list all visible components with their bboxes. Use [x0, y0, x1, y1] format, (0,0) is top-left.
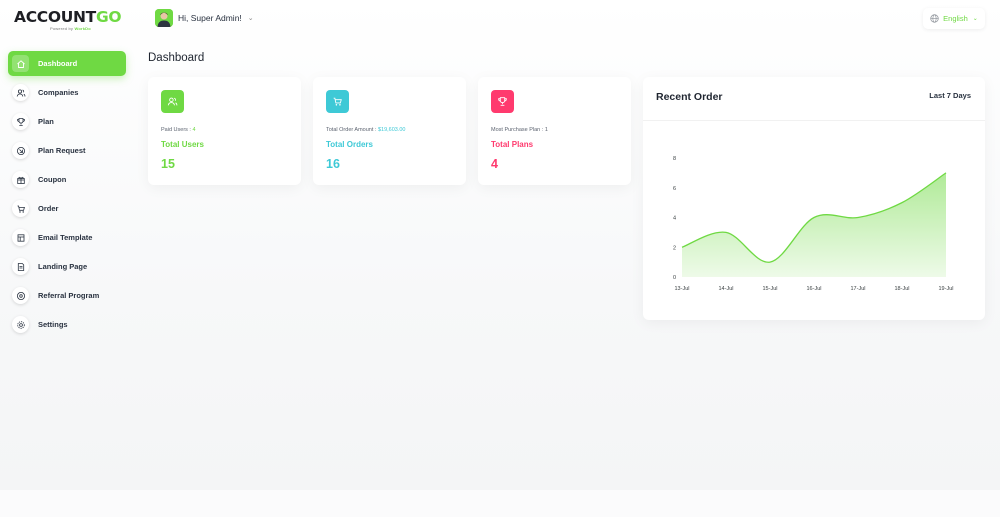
sidebar-item-label: Landing Page — [38, 262, 88, 271]
chart-y-tick-label: 0 — [673, 275, 676, 281]
share-icon — [12, 287, 29, 304]
cart-icon — [326, 90, 349, 113]
sidebar-item-plan[interactable]: Plan — [8, 109, 126, 134]
sidebar-item-label: Settings — [38, 320, 68, 329]
user-avatar-icon — [155, 9, 173, 27]
stat-name: Total Orders — [326, 140, 373, 149]
logo-accent-text: GO — [95, 8, 122, 26]
trophy-icon — [12, 113, 29, 130]
recent-order-title: Recent Order — [656, 91, 723, 103]
sidebar-item-settings[interactable]: Settings — [8, 312, 126, 337]
sidebar-item-label: Email Template — [38, 233, 93, 242]
stat-sub-label: Paid Users : 4 — [161, 127, 196, 133]
sidebar-item-label: Coupon — [38, 175, 67, 184]
logo-tagline: Powered by WorkDo — [50, 26, 91, 31]
sidebar-item-label: Plan — [38, 117, 54, 126]
stat-name: Total Users — [161, 140, 204, 149]
users-icon — [161, 90, 184, 113]
recent-order-chart: 0 2 4 6 8 13-Jul 14-Jul 15-Jul 16-Jul 17-Jul 18-J… — [673, 156, 954, 292]
recent-order-header: Recent Order Last 7 Days — [643, 77, 985, 121]
sidebar: Dashboard Companies Plan Plan Request Co… — [8, 51, 126, 341]
gift-icon — [12, 171, 29, 188]
sidebar-item-label: Companies — [38, 88, 79, 97]
language-label: English — [943, 14, 968, 23]
stat-name: Total Plans — [491, 140, 534, 149]
stat-value: 4 — [491, 157, 498, 171]
stat-sub-label: Total Order Amount : $19,603.00 — [326, 127, 406, 133]
stat-sub-label: Most Purchase Plan : 1 — [491, 127, 548, 133]
chart-y-tick-label: 4 — [673, 216, 676, 222]
stat-sub-value: 1 — [544, 127, 548, 133]
chart-x-tick-label: 19-Jul — [939, 286, 954, 292]
sidebar-item-coupon[interactable]: Coupon — [8, 167, 126, 192]
page-icon — [12, 258, 29, 275]
sidebar-item-companies[interactable]: Companies — [8, 80, 126, 105]
stat-value: 16 — [326, 157, 340, 171]
users-icon — [12, 84, 29, 101]
stat-sub-value: $19,603.00 — [377, 127, 406, 133]
chart-x-tick-label: 13-Jul — [675, 286, 690, 292]
chart-x-tick-label: 17-Jul — [851, 286, 866, 292]
stat-value: 15 — [161, 157, 175, 171]
chart-area-fill — [682, 172, 946, 277]
sidebar-item-plan-request[interactable]: Plan Request — [8, 138, 126, 163]
chart-x-tick-label: 16-Jul — [807, 286, 822, 292]
chart-y-tick-label: 8 — [673, 156, 676, 162]
sidebar-item-dashboard[interactable]: Dashboard — [8, 51, 126, 76]
app-logo[interactable]: ACCOUNTGO Powered by WorkDo — [14, 8, 122, 31]
gear-icon — [12, 316, 29, 333]
cart-icon — [12, 200, 29, 217]
chart-x-tick-label: 15-Jul — [763, 286, 778, 292]
chart-y-tick-label: 2 — [673, 245, 676, 251]
sidebar-item-email-template[interactable]: Email Template — [8, 225, 126, 250]
home-icon — [12, 55, 29, 72]
sidebar-item-referral-program[interactable]: Referral Program — [8, 283, 126, 308]
stat-card-total-users: Paid Users : 4 Total Users 15 — [148, 77, 301, 185]
sidebar-item-label: Referral Program — [38, 291, 100, 300]
sidebar-item-label: Dashboard — [38, 59, 78, 68]
trophy-icon — [491, 90, 514, 113]
sidebar-item-label: Plan Request — [38, 146, 86, 155]
chevron-down-icon: ⌄ — [972, 16, 978, 22]
footer-band — [0, 490, 1000, 517]
template-icon — [12, 229, 29, 246]
avatar — [155, 9, 173, 27]
sidebar-item-order[interactable]: Order — [8, 196, 126, 221]
stat-card-total-orders: Total Order Amount : $19,603.00 Total Or… — [313, 77, 466, 185]
recent-order-card: Recent Order Last 7 Days 0 2 4 6 8 13-Jul 14-… — [643, 77, 985, 320]
chart-x-tick-label: 14-Jul — [719, 286, 734, 292]
arrow-circle-icon — [12, 142, 29, 159]
chevron-down-icon: ⌄ — [247, 15, 254, 22]
language-dropdown[interactable]: English ⌄ — [923, 8, 985, 29]
chart-x-tick-label: 18-Jul — [895, 286, 910, 292]
chart-y-tick-label: 6 — [673, 186, 676, 192]
page-title: Dashboard — [148, 52, 205, 64]
stat-card-total-plans: Most Purchase Plan : 1 Total Plans 4 — [478, 77, 631, 185]
sidebar-item-landing-page[interactable]: Landing Page — [8, 254, 126, 279]
logo-main-text: ACCOUNT — [14, 8, 96, 26]
recent-order-range[interactable]: Last 7 Days — [929, 91, 971, 100]
user-menu[interactable]: Hi, Super Admin! ⌄ — [155, 8, 254, 28]
user-greeting: Hi, Super Admin! — [178, 13, 242, 23]
globe-icon — [930, 14, 939, 23]
stat-sub-value: 4 — [192, 127, 196, 133]
sidebar-item-label: Order — [38, 204, 59, 213]
